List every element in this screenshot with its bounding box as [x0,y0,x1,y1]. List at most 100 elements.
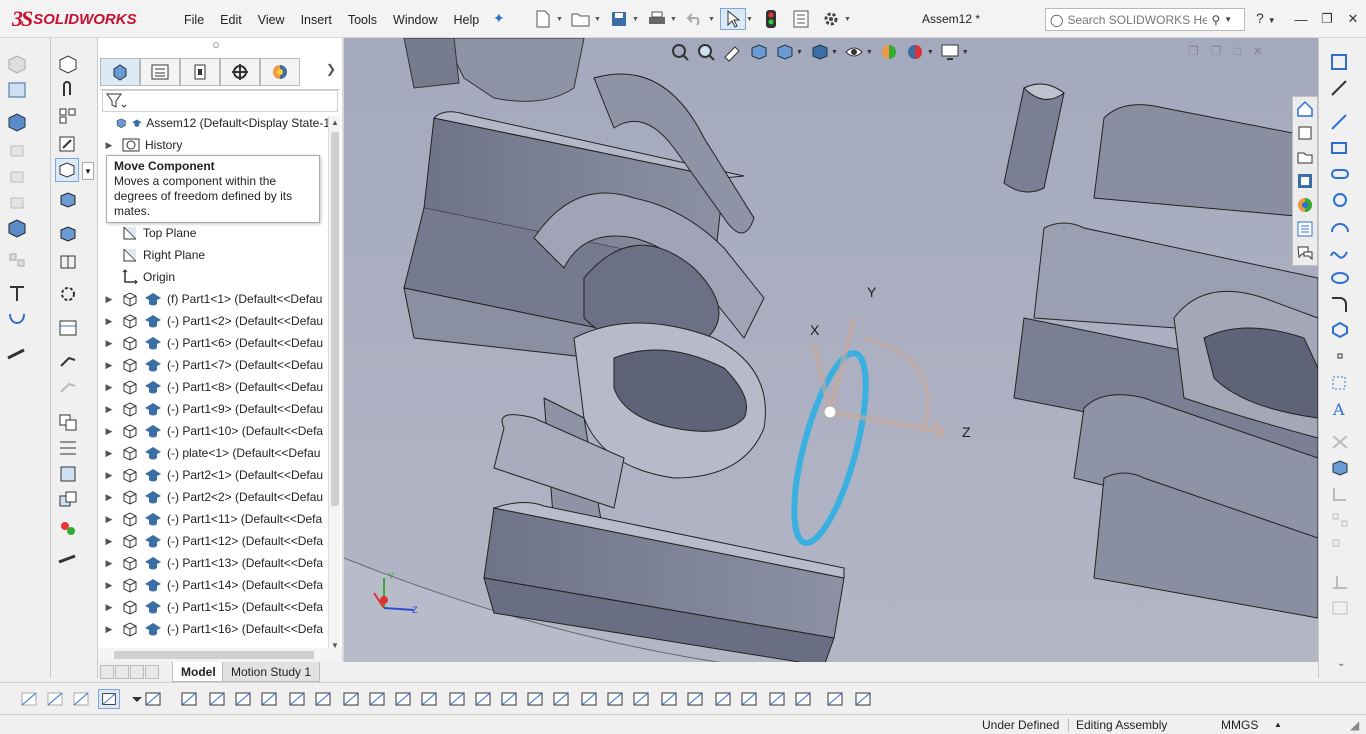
search-input[interactable] [1067,12,1208,27]
tree-item-component[interactable]: ▶ (-) Part1<8> (Default<<Defau [98,376,330,398]
save-icon[interactable] [606,8,632,30]
expand-icon[interactable]: ▶ [103,602,115,613]
chevron-right-icon[interactable]: ❯ [326,62,336,76]
expand-icon[interactable]: ▶ [103,404,115,415]
insert-components-icon[interactable] [6,54,28,74]
filter-vertices-icon[interactable] [178,689,200,709]
insert-part-icon[interactable] [57,54,79,74]
tree-item-history[interactable]: ▶ History [98,134,330,156]
tree-scrollbar[interactable]: ▲ ▼ [328,116,340,652]
resources-icon[interactable] [1293,121,1317,145]
graphics-area[interactable]: Y X Z Y Z [344,38,1318,666]
filter-solid-bodies-icon[interactable] [286,689,308,709]
tree-item-component[interactable]: ▶ (-) Part1<11> (Default<<Defa [98,508,330,530]
ellipse-icon[interactable] [1329,268,1351,288]
tree-item-right-plane[interactable]: ▶ Right Plane [98,244,330,266]
filter-geometric-tolerances-icon[interactable] [550,689,572,709]
dynamic-annotation-icon[interactable] [774,42,794,62]
menu-view[interactable]: View [250,10,293,30]
filter-mesh-icon[interactable] [766,689,788,709]
zoom-to-area-icon[interactable] [696,42,716,62]
tree-item-component[interactable]: ▶ (-) Part1<10> (Default<<Defa [98,420,330,442]
filter-planes-icon[interactable] [340,689,362,709]
search-icon[interactable]: ⚲ [1211,13,1220,27]
previous-view-icon[interactable] [722,42,742,62]
first-tab-icon[interactable] [100,665,114,679]
mate-icon[interactable] [6,80,28,100]
filter-midpoints-icon[interactable] [418,689,440,709]
fillet-icon[interactable] [1329,294,1351,314]
tree-item-top-plane[interactable]: ▶ Top Plane [98,222,330,244]
chevron-down-icon[interactable]: ▼ [796,49,803,56]
filter-weld-symbols-icon[interactable] [604,689,626,709]
offset-entities-icon[interactable] [1329,484,1351,504]
viewport-restore-icon[interactable]: ❐ [1188,44,1199,58]
filter-surface-finish-icon[interactable] [524,689,546,709]
performance-evaluation-icon[interactable] [57,518,79,538]
filter-cosmetic-threads-icon[interactable] [658,689,680,709]
filter-dowel-pins-icon[interactable] [684,689,706,709]
display-relations-icon[interactable] [1329,572,1351,592]
filter-blocks-icon[interactable] [792,689,814,709]
chevron-down-icon[interactable]: ▼ [670,16,678,23]
tree-root[interactable]: ▶ Assem12 (Default<Display State-1 [98,112,330,134]
point-icon[interactable] [1329,346,1351,366]
filter-connection-points-icon[interactable] [712,689,734,709]
filter-routing-points-icon[interactable] [738,689,760,709]
section-view-icon[interactable] [748,42,768,62]
assembly-feature-icon[interactable] [57,224,79,244]
last-tab-icon[interactable] [145,665,159,679]
expand-icon[interactable]: ▶ [103,360,115,371]
zoom-to-fit-icon[interactable] [670,42,690,62]
rebuild-icon[interactable] [758,8,784,30]
linear-sketch-pattern-icon[interactable] [1329,536,1351,556]
expand-icon[interactable]: ▶ [103,140,115,151]
close-icon[interactable]: ✕ [1342,8,1364,30]
filter-center-marks-icon[interactable] [446,689,468,709]
restore-icon[interactable]: ❐ [1316,8,1338,30]
convert-entities-icon[interactable] [1329,458,1351,478]
chevron-down-icon[interactable]: ▼ [82,162,94,180]
help-button[interactable]: ? ▼ [1256,10,1276,26]
expand-icon[interactable]: ▶ [103,426,115,437]
smart-fasteners-icon[interactable] [6,166,28,186]
component-preview-icon[interactable] [6,112,28,132]
move-component-icon[interactable] [6,192,28,212]
hide-show-items-icon[interactable] [879,42,899,62]
sketch-icon[interactable] [1329,52,1351,72]
chevron-down-icon[interactable]: ▼ [1268,16,1276,25]
tab-featuremanager[interactable] [100,58,140,86]
tree-item-component[interactable]: ▶ (-) Part1<6> (Default<<Defau [98,332,330,354]
chevron-down-icon[interactable]: ▼ [927,49,934,56]
expand-icon[interactable]: ▶ [103,558,115,569]
slot-icon[interactable] [1329,164,1351,184]
design-library-icon[interactable] [1293,145,1317,169]
filter-icon[interactable] [18,689,40,709]
selection-filter-icon[interactable] [70,689,92,709]
expand-icon[interactable]: ▶ [103,536,115,547]
chevron-down-icon[interactable]: ▼ [1224,15,1232,24]
view-settings-icon[interactable] [940,42,960,62]
assembly-features-icon[interactable] [6,250,28,270]
hole-alignment-icon[interactable] [57,464,79,484]
tree-item-component[interactable]: ▶ (-) Part1<2> (Default<<Defau [98,310,330,332]
linear-pattern-icon[interactable] [6,140,28,160]
viewport-maximize-icon[interactable]: □ [1234,44,1241,58]
filter-centerline-icon[interactable] [472,689,494,709]
pin-icon[interactable]: ✦ [493,10,505,27]
tree-item-component[interactable]: ▶ (-) plate<1> (Default<<Defau [98,442,330,464]
tree-item-component[interactable]: ▶ (-) Part2<1> (Default<<Defau [98,464,330,486]
smart-dimension-icon[interactable] [1329,78,1351,98]
filter-edges-icon[interactable] [206,689,228,709]
select-cursor-icon[interactable] [720,8,746,30]
select-icon[interactable] [98,689,120,709]
reference-geometry-icon[interactable] [57,252,79,272]
tree-item-component[interactable]: ▶ (-) Part1<15> (Default<<Defa [98,596,330,618]
expand-icon[interactable]: ▶ [103,448,115,459]
filter-icon[interactable] [105,92,127,110]
expand-icon[interactable]: ▶ [103,514,115,525]
tab-propertymanager[interactable] [140,58,180,86]
tree-item-component[interactable]: ▶ (-) Part2<2> (Default<<Defau [98,486,330,508]
tree-horizontal-scrollbar[interactable] [98,648,342,662]
expand-icon[interactable]: ▶ [103,624,115,635]
